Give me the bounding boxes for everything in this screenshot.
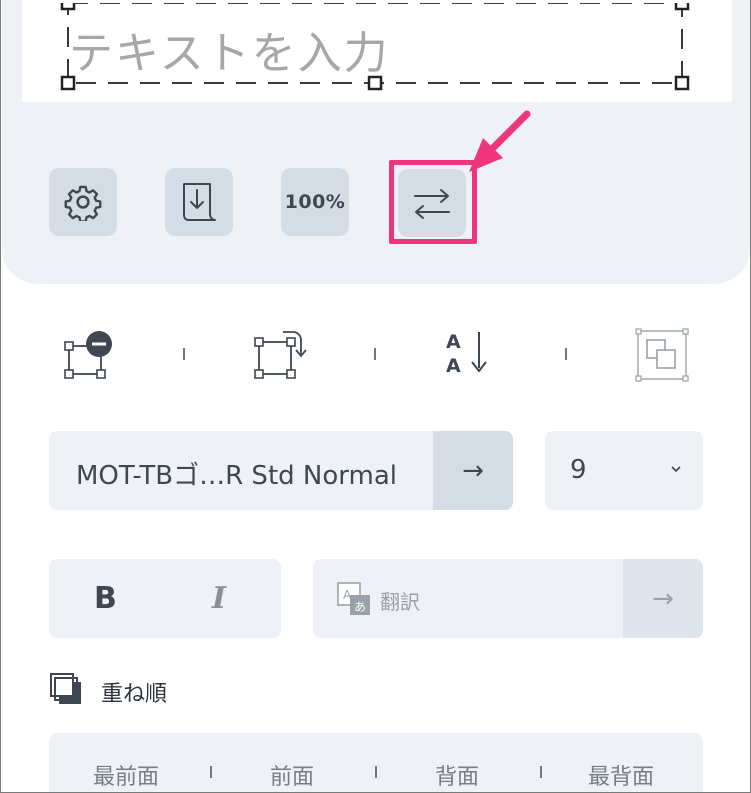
stacking-order-header: 重ね順 (49, 672, 167, 707)
download-button[interactable] (165, 168, 233, 236)
toolbar-separator (374, 348, 376, 360)
chevron-down-icon (671, 466, 681, 473)
remove-frame-icon[interactable] (63, 330, 117, 380)
bold-button[interactable]: B (94, 581, 117, 616)
font-name: MOT-TBゴ…R Std Normal (76, 461, 397, 491)
font-selector[interactable]: MOT-TBゴ…R Std Normal → (49, 431, 513, 510)
zoom-label: 100% (284, 191, 346, 213)
translate-field[interactable]: A あ 翻訳 → (313, 559, 703, 638)
text-direction-icon[interactable]: A A (445, 328, 499, 378)
toolbar-separator (183, 348, 185, 360)
toolbar-separator (565, 348, 567, 360)
svg-text:A: A (446, 355, 461, 377)
zoom-button[interactable]: 100% (281, 168, 349, 236)
font-apply-button[interactable]: → (433, 431, 513, 510)
stacking-order-title: 重ね順 (101, 682, 168, 707)
pointer-arrow-icon (469, 110, 531, 172)
order-separator (540, 766, 542, 778)
order-separator (210, 766, 212, 778)
app-frame: テキストを入力 100% A A MOT-TBゴ…R Std Normal → … (0, 0, 751, 793)
send-to-back-button[interactable]: 最背面 (588, 759, 654, 791)
send-backward-button[interactable]: 背面 (435, 759, 479, 791)
gear-icon (64, 185, 102, 221)
translate-icon: A あ (337, 582, 370, 615)
svg-text:あ: あ (354, 600, 366, 614)
font-size-select[interactable]: 9 (545, 431, 703, 510)
layer-overlap-icon[interactable] (635, 328, 689, 382)
font-size-value: 9 (570, 455, 587, 485)
translate-label: 翻訳 (380, 590, 420, 614)
italic-button[interactable]: I (212, 581, 226, 616)
translate-apply-button[interactable]: → (623, 559, 703, 638)
settings-button[interactable] (49, 168, 117, 236)
stacking-order-bar: 最前面 前面 背面 最背面 (49, 733, 703, 792)
bring-forward-button[interactable]: 前面 (270, 759, 314, 791)
rotate-frame-icon[interactable] (253, 330, 309, 380)
text-placeholder[interactable]: テキストを入力 (69, 17, 390, 81)
download-icon (183, 183, 216, 221)
bring-to-front-button[interactable]: 最前面 (93, 759, 159, 791)
arrow-right-icon: → (652, 583, 674, 614)
order-separator (375, 766, 377, 778)
stack-order-icon (50, 673, 81, 704)
text-frame[interactable]: テキストを入力 (48, 3, 690, 91)
arrow-right-icon: → (462, 455, 484, 486)
text-style-group: B I (49, 559, 281, 638)
svg-text:A: A (446, 331, 461, 353)
